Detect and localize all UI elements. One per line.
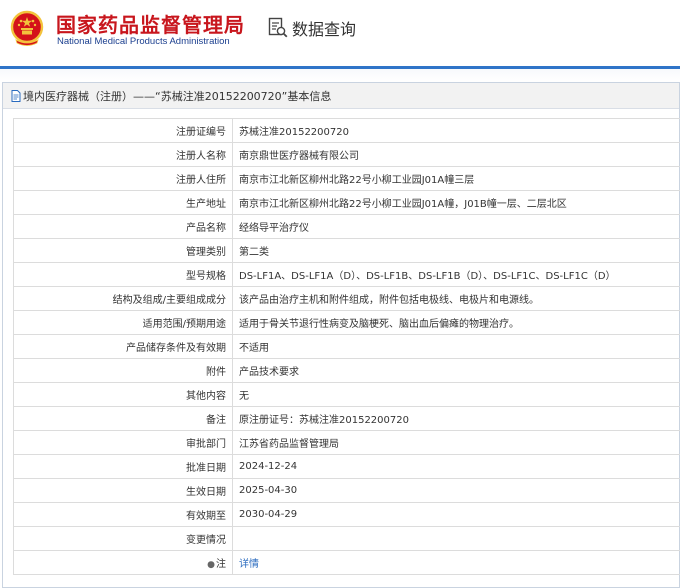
data-query-link[interactable]: 数据查询: [268, 16, 356, 40]
row-label: 有效期至: [13, 502, 233, 527]
row-value: 2024-12-24: [232, 454, 680, 479]
row-value: 2025-04-30: [232, 478, 680, 503]
row-label: 备注: [13, 406, 233, 431]
note-label-cell: ●注: [13, 550, 233, 575]
row-value: 该产品由治疗主机和附件组成，附件包括电极线、电极片和电源线。: [232, 286, 680, 311]
table-row: 适用范围/预期用途 适用于骨关节退行性病变及脑梗死、脑出血后偏瘫的物理治疗。: [13, 310, 680, 335]
row-label: 生产地址: [13, 190, 233, 215]
row-label: 结构及组成/主要组成成分: [13, 286, 233, 311]
table-row: 备注 原注册证号：苏械注准20152200720: [13, 406, 680, 431]
search-document-icon: [268, 17, 288, 38]
row-value: 南京市江北新区柳州北路22号小柳工业园J01A幢三层: [232, 166, 680, 191]
row-label: 注册人住所: [13, 166, 233, 191]
row-value: 产品技术要求: [232, 358, 680, 383]
table-row: 注册人住所 南京市江北新区柳州北路22号小柳工业园J01A幢三层: [13, 166, 680, 191]
data-query-label: 数据查询: [292, 20, 357, 39]
table-row: 批准日期 2024-12-24: [13, 454, 680, 479]
table-row: 管理类别 第二类: [13, 238, 680, 263]
row-label: 注册人名称: [13, 142, 233, 167]
table-row: 结构及组成/主要组成成分 该产品由治疗主机和附件组成，附件包括电极线、电极片和电源…: [13, 286, 680, 311]
row-label: 批准日期: [13, 454, 233, 479]
document-icon: [11, 89, 21, 102]
row-label: 管理类别: [13, 238, 233, 263]
row-value: 苏械注准20152200720: [232, 118, 680, 143]
row-label: 其他内容: [13, 382, 233, 407]
row-label: 变更情况: [13, 526, 233, 551]
row-value: 适用于骨关节退行性病变及脑梗死、脑出血后偏瘫的物理治疗。: [232, 310, 680, 335]
table-row: 注册证编号 苏械注准20152200720: [13, 118, 680, 143]
table-row: 有效期至 2030-04-29: [13, 502, 680, 527]
panel-title-bar: 境内医疗器械（注册）——“苏械注准20152200720”基本信息: [3, 83, 679, 109]
details-link[interactable]: 详情: [232, 550, 680, 575]
table-row: 产品储存条件及有效期 不适用: [13, 334, 680, 359]
row-value: 南京鼎世医疗器械有限公司: [232, 142, 680, 167]
panel-title: 境内医疗器械（注册）——“苏械注准20152200720”基本信息: [23, 89, 332, 103]
header-shadow-band: [0, 69, 680, 81]
row-label: 型号规格: [13, 262, 233, 287]
row-value: 南京市江北新区柳州北路22号小柳工业园J01A幢，J01B幢一层、二层北区: [232, 190, 680, 215]
row-label: 适用范围/预期用途: [13, 310, 233, 335]
row-value: 2030-04-29: [232, 502, 680, 527]
table-row: 变更情况: [13, 526, 680, 551]
table-row: 审批部门 江苏省药品监督管理局: [13, 430, 680, 455]
row-label: 产品名称: [13, 214, 233, 239]
table-row: 其他内容无: [13, 382, 680, 407]
row-value: 经络导平治疗仪: [232, 214, 680, 239]
table-row: 注册人名称 南京鼎世医疗器械有限公司: [13, 142, 680, 167]
row-value: [232, 526, 680, 551]
note-row: ●注 详情: [13, 550, 680, 575]
table-row: 附件 产品技术要求: [13, 358, 680, 383]
table-row: 产品名称 经络导平治疗仪: [13, 214, 680, 239]
site-header: 国家药品监督管理局 National Medical Products Admi…: [0, 0, 680, 66]
pin-icon: ●: [207, 560, 215, 570]
row-label: 注册证编号: [13, 118, 233, 143]
national-emblem-icon: [10, 10, 44, 46]
row-value: 江苏省药品监督管理局: [232, 430, 680, 455]
row-value: 无: [232, 382, 680, 407]
row-value: 第二类: [232, 238, 680, 263]
row-label: 生效日期: [13, 478, 233, 503]
note-label: 注: [216, 559, 226, 570]
table-row: 生产地址 南京市江北新区柳州北路22号小柳工业园J01A幢，J01B幢一层、二层北…: [13, 190, 680, 215]
agency-name-en: National Medical Products Administration: [57, 36, 230, 47]
row-value: DS-LF1A、DS-LF1A（D）、DS-LF1B、DS-LF1B（D）、DS…: [232, 262, 680, 287]
row-label: 产品储存条件及有效期: [13, 334, 233, 359]
detail-panel: 境内医疗器械（注册）——“苏械注准20152200720”基本信息 注册证编号苏…: [2, 82, 680, 588]
table-row: 型号规格 DS-LF1A、DS-LF1A（D）、DS-LF1B、DS-LF1B（D…: [13, 262, 680, 287]
agency-name-cn: 国家药品监督管理局: [56, 13, 245, 37]
table-row: 生效日期 2025-04-30: [13, 478, 680, 503]
row-label: 附件: [13, 358, 233, 383]
row-value: 不适用: [232, 334, 680, 359]
registration-info-table: 注册证编号 苏械注准20152200720 注册人名称 南京鼎世医疗器械有限公司 注…: [13, 118, 680, 575]
row-label: 审批部门: [13, 430, 233, 455]
row-value: 原注册证号：苏械注准20152200720: [232, 406, 680, 431]
